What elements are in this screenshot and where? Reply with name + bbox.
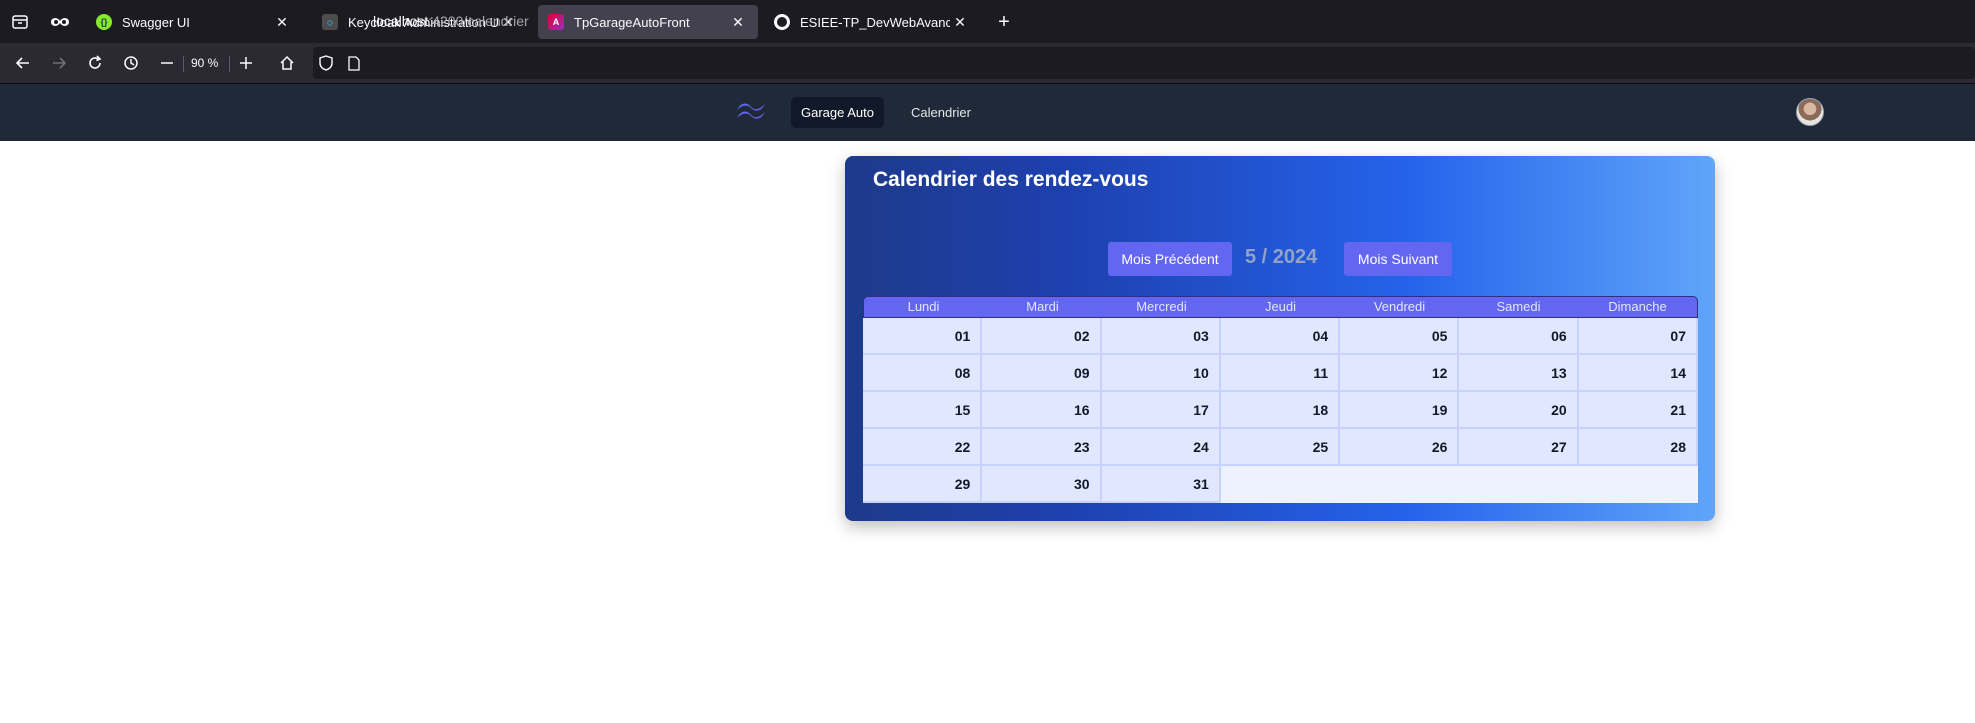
calendar-day-cell[interactable]: 08: [863, 355, 983, 392]
url-path: :4200/calendrier: [428, 13, 529, 29]
calendar-day-cell[interactable]: 21: [1578, 392, 1698, 429]
calendar-day-cell[interactable]: 06: [1459, 318, 1579, 355]
private-browsing-icon[interactable]: [40, 0, 80, 43]
app-header: [0, 84, 1975, 141]
current-month-label: 5 / 2024: [1245, 246, 1318, 268]
weekday-label: Jeudi: [1264, 299, 1297, 314]
calendar-day-cell[interactable]: 22: [863, 429, 983, 466]
calendar-day-cell[interactable]: 20: [1459, 392, 1579, 429]
weekday-label: Vendredi: [1373, 299, 1426, 314]
weekday-label: Mardi: [1026, 299, 1059, 314]
calendar-day-cell[interactable]: 05: [1340, 318, 1460, 355]
calendar-day-cell[interactable]: 10: [1101, 355, 1221, 392]
page-info-icon[interactable]: [340, 49, 368, 77]
tab-title: Swagger UI: [122, 14, 190, 30]
github-icon: [774, 14, 790, 30]
angular-icon: A: [548, 14, 564, 30]
zoom-level[interactable]: 90 %: [191, 56, 218, 70]
tab-overview-icon[interactable]: [0, 0, 40, 43]
nav-link-calendrier[interactable]: Calendrier: [901, 97, 981, 128]
calendar-day-cell[interactable]: 27: [1459, 429, 1579, 466]
calendar-day-cell[interactable]: 19: [1340, 392, 1460, 429]
zoom-out-icon[interactable]: [153, 49, 181, 77]
reload-icon[interactable]: [81, 49, 109, 77]
calendar-day-cell[interactable]: 01: [863, 318, 983, 355]
weekday-header: Lundi Mardi Mercredi Jeudi Vendredi Same…: [863, 296, 1698, 318]
calendar-day-cell[interactable]: 14: [1578, 355, 1698, 392]
close-icon[interactable]: ✕: [950, 12, 970, 32]
calendar-empty-cell: [1340, 466, 1460, 503]
close-icon[interactable]: ✕: [728, 12, 748, 32]
browser-toolbar: 90 %: [0, 43, 1975, 84]
calendar-day-cell[interactable]: 09: [982, 355, 1102, 392]
history-icon[interactable]: [117, 49, 145, 77]
url-bar[interactable]: [313, 47, 1975, 79]
calendar-day-cell[interactable]: 12: [1340, 355, 1460, 392]
tab-github[interactable]: ESIEE-TP_DevWebAvance/front ✕: [764, 5, 980, 39]
calendar-day-cell[interactable]: 16: [982, 392, 1102, 429]
weekday-label: Mercredi: [1136, 299, 1187, 314]
calendar-empty-cell: [1220, 466, 1341, 503]
keycloak-icon: ◇: [322, 14, 338, 30]
page-title: Calendrier des rendez-vous: [873, 168, 1149, 191]
url-text[interactable]: localhost:4200/calendrier: [373, 13, 529, 29]
weekday-label: Samedi: [1496, 299, 1541, 314]
next-month-button[interactable]: Mois Suivant: [1344, 242, 1452, 276]
tracking-protection-shield-icon[interactable]: [312, 49, 340, 77]
calendar-day-cell[interactable]: 13: [1459, 355, 1579, 392]
tailwind-logo-icon[interactable]: [735, 100, 768, 125]
back-arrow-icon[interactable]: [9, 49, 37, 77]
browser-tab-strip: {} Swagger UI ✕ ◇ Keycloak Administratio…: [0, 0, 1975, 43]
new-tab-button[interactable]: +: [990, 9, 1018, 35]
calendar-day-cell[interactable]: 25: [1220, 429, 1341, 466]
tab-tpgarageautofront[interactable]: A TpGarageAutoFront ✕: [538, 5, 758, 39]
calendar-day-cell[interactable]: 29: [863, 466, 983, 503]
calendar-day-cell[interactable]: 03: [1101, 318, 1221, 355]
nav-link-garage-auto[interactable]: Garage Auto: [791, 97, 884, 128]
calendar-day-cell[interactable]: 11: [1220, 355, 1341, 392]
weekday-label: Lundi: [907, 299, 940, 314]
calendar-empty-cell: [1459, 466, 1579, 503]
calendar-day-cell[interactable]: 24: [1101, 429, 1221, 466]
home-icon[interactable]: [273, 49, 301, 77]
zoom-in-icon[interactable]: [232, 49, 260, 77]
calendar-day-cell[interactable]: 15: [863, 392, 983, 429]
swagger-icon: {}: [96, 14, 112, 30]
calendar-days: 01 02 03 04 05 06 07 08 09 10 11 12 13 14 15 16 17 18 19 20…: [863, 318, 1698, 503]
divider: [229, 56, 230, 72]
weekday-label: Dimanche: [1608, 299, 1667, 314]
calendar-empty-cell: [1578, 466, 1698, 503]
prev-month-button[interactable]: Mois Précédent: [1108, 242, 1232, 276]
calendar-grid: Lundi Mardi Mercredi Jeudi Vendredi Same…: [863, 296, 1698, 503]
calendar-day-cell[interactable]: 17: [1101, 392, 1221, 429]
calendar-day-cell[interactable]: 07: [1578, 318, 1698, 355]
calendar-day-cell[interactable]: 30: [982, 466, 1102, 503]
url-host: localhost: [373, 13, 429, 29]
divider: [183, 56, 184, 72]
calendar-day-cell[interactable]: 18: [1220, 392, 1341, 429]
tab-swagger-ui[interactable]: {} Swagger UI ✕: [86, 5, 302, 39]
tab-title: TpGarageAutoFront: [574, 14, 690, 30]
tab-title: ESIEE-TP_DevWebAvance/front: [800, 14, 950, 30]
close-icon[interactable]: ✕: [272, 12, 292, 32]
calendar-day-cell[interactable]: 31: [1101, 466, 1221, 503]
calendar-day-cell[interactable]: 02: [982, 318, 1102, 355]
user-avatar[interactable]: [1796, 98, 1824, 126]
calendar-day-cell[interactable]: 04: [1220, 318, 1341, 355]
calendar-day-cell[interactable]: 28: [1578, 429, 1698, 466]
forward-arrow-icon[interactable]: [45, 49, 73, 77]
calendar-day-cell[interactable]: 23: [982, 429, 1102, 466]
calendar-day-cell[interactable]: 26: [1340, 429, 1460, 466]
